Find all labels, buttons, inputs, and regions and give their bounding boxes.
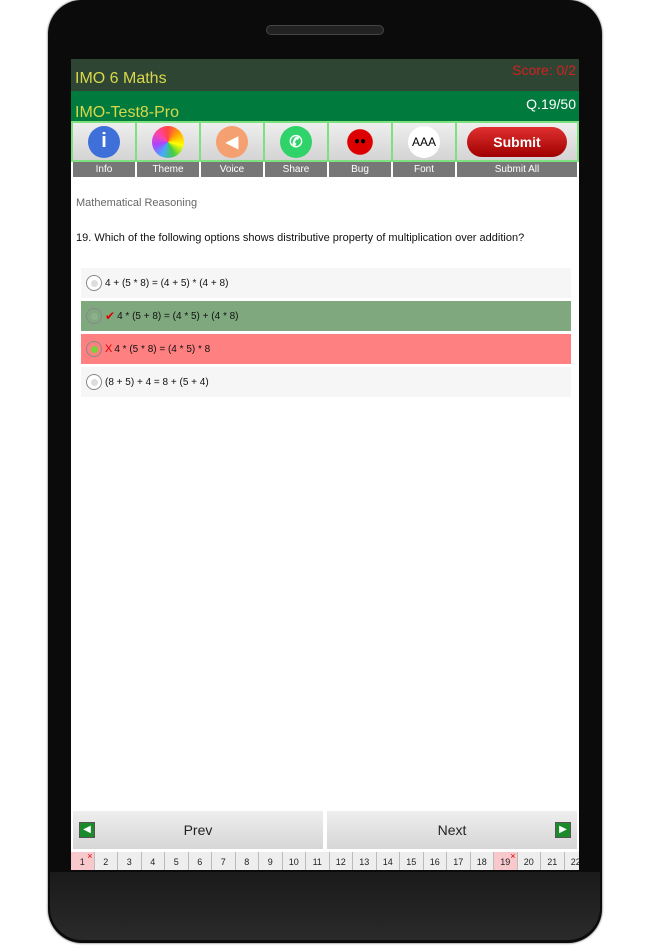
category: Mathematical Reasoning [76, 197, 198, 209]
bug-button[interactable]: ●● [329, 123, 391, 160]
question-number-12[interactable]: 12 [329, 852, 353, 870]
theme-button[interactable] [137, 123, 199, 160]
theme-label[interactable]: Theme [137, 162, 199, 177]
radio-button[interactable] [86, 308, 102, 324]
info-icon: i [88, 125, 120, 158]
ladybug-icon: ●● [344, 125, 376, 158]
question-number-14[interactable]: 14 [376, 852, 400, 870]
question-number-5[interactable]: 5 [165, 852, 189, 870]
speaker-grille [266, 25, 384, 35]
option-text: 4 * (5 + 8) = (4 * 5) + (4 * 8) [117, 310, 239, 322]
option-1[interactable]: 4 + (5 * 8) = (4 + 5) * (4 + 8) [81, 268, 571, 298]
question-number-16[interactable]: 16 [423, 852, 447, 870]
question-counter: Q.19/50 [526, 96, 576, 112]
question-number-strip: 12345678910111213141516171819202122 [71, 846, 579, 870]
share-button[interactable]: ✆ [265, 123, 327, 160]
theme-icon [152, 125, 184, 158]
check-icon: ✔ [105, 309, 116, 323]
question-number-9[interactable]: 9 [259, 852, 283, 870]
option-text: (8 + 5) + 4 = 8 + (5 + 4) [105, 376, 209, 388]
question-text: 19. Which of the following options shows… [76, 232, 525, 244]
question-number-18[interactable]: 18 [470, 852, 494, 870]
question-number-7[interactable]: 7 [212, 852, 236, 870]
option-4[interactable]: (8 + 5) + 4 = 8 + (5 + 4) [81, 367, 571, 397]
voice-label[interactable]: Voice [201, 162, 263, 177]
font-size-icon: AAA [408, 125, 440, 158]
question-number-19[interactable]: 19 [494, 846, 518, 870]
info-label[interactable]: Info [73, 162, 135, 177]
radio-button[interactable] [86, 275, 102, 291]
question-number-22[interactable]: 22 [564, 852, 579, 870]
font-label[interactable]: Font [393, 162, 455, 177]
question-number-13[interactable]: 13 [353, 852, 377, 870]
prev-label: Prev [183, 822, 213, 838]
first-icon: ◀ [79, 822, 95, 838]
question-number-6[interactable]: 6 [188, 852, 212, 870]
app-screen: IMO 6 Maths Score: 0/2 IMO-Test8-Pro Q.1… [71, 59, 579, 870]
score: Score: 0/2 [512, 62, 576, 78]
question-number-10[interactable]: 10 [282, 852, 306, 870]
option-text: 4 * (5 * 8) = (4 * 5) * 8 [114, 343, 211, 355]
radio-button[interactable] [86, 374, 102, 390]
question-number-4[interactable]: 4 [141, 852, 165, 870]
share-label[interactable]: Share [265, 162, 327, 177]
info-button[interactable]: i [73, 123, 135, 160]
submit-button[interactable]: Submit [467, 126, 567, 157]
question-number-1[interactable]: 1 [71, 846, 95, 870]
speaker-icon: ◀ [216, 125, 248, 158]
question-number-17[interactable]: 17 [447, 852, 471, 870]
bug-label[interactable]: Bug [329, 162, 391, 177]
option-3-wrong[interactable]: X4 * (5 * 8) = (4 * 5) * 8 [81, 334, 571, 364]
question-number-2[interactable]: 2 [94, 852, 118, 870]
question-number-3[interactable]: 3 [118, 852, 142, 870]
question-number-15[interactable]: 15 [400, 852, 424, 870]
last-icon: ▶ [555, 822, 571, 838]
next-button[interactable]: Next ▶ [327, 811, 577, 849]
tablet-chin [50, 872, 600, 940]
prev-button[interactable]: ◀ Prev [73, 811, 323, 849]
submit-area: Submit [457, 123, 577, 160]
app-title: IMO 6 Maths [75, 70, 167, 87]
radio-button[interactable] [86, 341, 102, 357]
submit-all-button[interactable]: Submit All [457, 162, 577, 177]
question-number-8[interactable]: 8 [235, 852, 259, 870]
question-number-21[interactable]: 21 [541, 852, 565, 870]
option-2-correct[interactable]: ✔ 4 * (5 + 8) = (4 * 5) + (4 * 8) [81, 301, 571, 331]
whatsapp-icon: ✆ [280, 125, 312, 158]
next-label: Next [437, 822, 467, 838]
option-text: 4 + (5 * 8) = (4 + 5) * (4 + 8) [105, 277, 229, 289]
header-top: IMO 6 Maths Score: 0/2 [71, 59, 579, 91]
question-number-11[interactable]: 11 [306, 852, 330, 870]
toolbar-labels: Info Theme Voice Share Bug Font Submit A… [71, 162, 579, 177]
voice-button[interactable]: ◀ [201, 123, 263, 160]
question-number-20[interactable]: 20 [517, 852, 541, 870]
test-name: IMO-Test8-Pro [75, 104, 180, 121]
font-button[interactable]: AAA [393, 123, 455, 160]
cross-icon: X [105, 343, 113, 355]
toolbar: i ◀ ✆ ●● AAA Submit [71, 121, 579, 162]
header-bottom: IMO-Test8-Pro Q.19/50 [71, 91, 579, 121]
